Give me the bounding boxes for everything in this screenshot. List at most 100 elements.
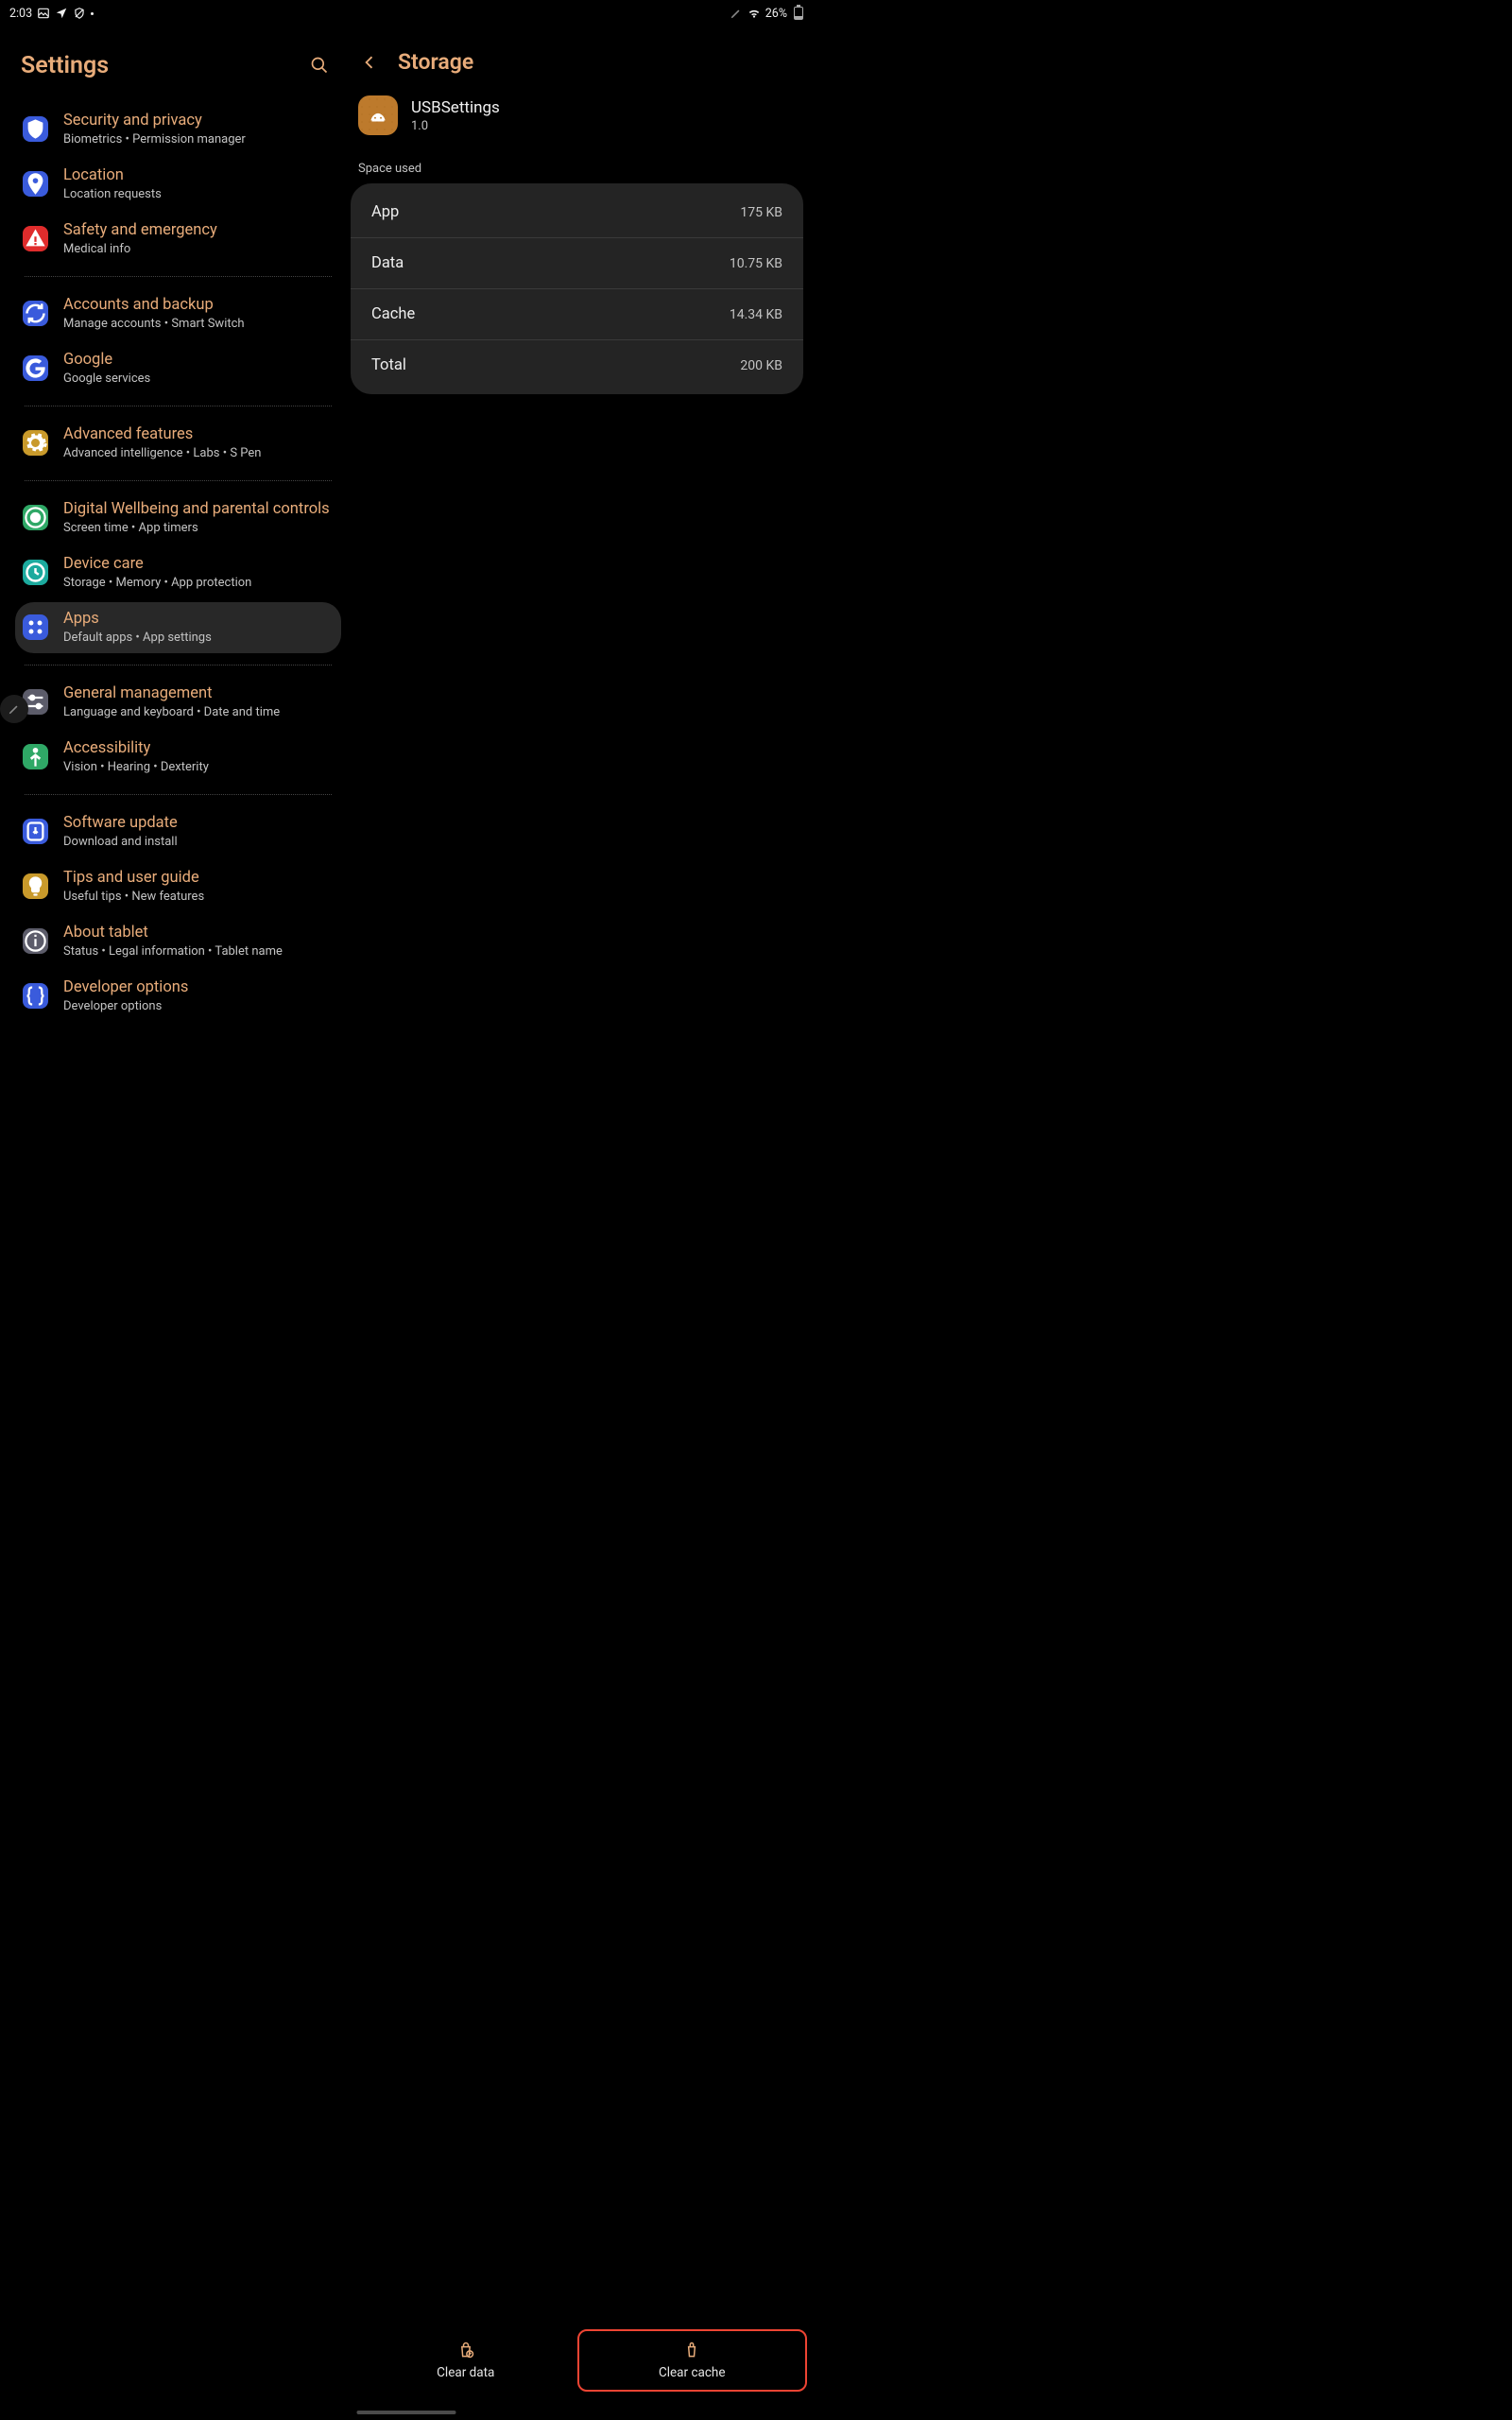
divider (25, 276, 332, 277)
wellbeing-icon (23, 505, 48, 530)
settings-pane: Settings Security and privacy Biometrics… (0, 23, 345, 2416)
app-header: USBSettings 1.0 (349, 95, 805, 152)
bottom-actions: Clear data Clear cache (345, 2331, 813, 2390)
settings-item-digital-wellbeing-and-parental-controls[interactable]: Digital Wellbeing and parental controls … (15, 493, 341, 544)
pencil-icon (8, 702, 21, 716)
divider (25, 480, 332, 481)
braces-icon (23, 983, 48, 1009)
location-arrow-icon (55, 7, 68, 20)
detail-pane: Storage USBSettings 1.0 Space used App 17… (345, 23, 813, 2416)
settings-item-location[interactable]: Location Location requests (15, 159, 341, 210)
shield-off-icon (73, 7, 86, 20)
battery-pct: 26% (765, 7, 787, 21)
search-button[interactable] (303, 49, 335, 81)
settings-item-device-care[interactable]: Device care Storage • Memory • App prote… (15, 547, 341, 598)
row-value: 175 KB (740, 205, 782, 220)
item-subtitle: Medical info (63, 242, 217, 256)
item-subtitle: Screen time • App timers (63, 521, 330, 535)
item-subtitle: Default apps • App settings (63, 631, 212, 645)
item-subtitle: Download and install (63, 835, 178, 849)
google-icon (23, 355, 48, 381)
item-title: Digital Wellbeing and parental controls (63, 501, 330, 519)
item-subtitle: Location requests (63, 187, 162, 201)
page-title: Storage (398, 49, 473, 75)
app-name: USBSettings (411, 98, 500, 117)
settings-item-tips-and-user-guide[interactable]: Tips and user guide Useful tips • New fe… (15, 861, 341, 912)
item-title: Safety and emergency (63, 222, 217, 240)
broom-icon (682, 2341, 701, 2360)
item-subtitle: Vision • Hearing • Dexterity (63, 760, 209, 774)
dot-icon (91, 12, 94, 15)
bulb-icon (23, 873, 48, 899)
divider (25, 794, 332, 795)
alert-icon (23, 226, 48, 251)
settings-title: Settings (21, 52, 303, 79)
storage-row-cache: Cache 14.34 KB (351, 288, 803, 339)
chevron-left-icon (360, 53, 379, 72)
item-subtitle: Advanced intelligence • Labs • S Pen (63, 446, 261, 460)
person-icon (23, 744, 48, 769)
sync-icon (23, 301, 48, 326)
item-subtitle: Developer options (63, 999, 188, 1013)
storage-row-total: Total200 KB (351, 339, 803, 390)
settings-item-safety-and-emergency[interactable]: Safety and emergency Medical info (15, 214, 341, 265)
item-title: Apps (63, 611, 212, 629)
item-subtitle: Status • Legal information • Tablet name (63, 944, 283, 959)
item-title: Accounts and backup (63, 297, 245, 315)
item-title: Tips and user guide (63, 870, 204, 888)
shield-icon (23, 116, 48, 142)
item-subtitle: Useful tips • New features (63, 890, 204, 904)
image-icon (37, 7, 50, 20)
status-bar: 2:03 26% (0, 0, 813, 23)
settings-item-accessibility[interactable]: Accessibility Vision • Hearing • Dexteri… (15, 732, 341, 783)
settings-item-general-management[interactable]: General management Language and keyboard… (15, 677, 341, 728)
settings-item-about-tablet[interactable]: About tablet Status • Legal information … (15, 916, 341, 967)
trash-lock-icon (456, 2341, 475, 2360)
settings-item-apps[interactable]: Apps Default apps • App settings (15, 602, 341, 653)
item-subtitle: Manage accounts • Smart Switch (63, 317, 245, 331)
storage-row-app: App 175 KB (351, 187, 803, 237)
android-icon (366, 103, 390, 128)
storage-row-data: Data 10.75 KB (351, 237, 803, 288)
clear-data-label: Clear data (437, 2365, 494, 2380)
screen: 2:03 26% Settings Security and priva (0, 0, 813, 2420)
row-value: 14.34 KB (730, 307, 782, 322)
pencil-icon (730, 7, 743, 20)
settings-item-software-update[interactable]: Software update Download and install (15, 806, 341, 857)
gear-icon (23, 430, 48, 456)
item-title: Security and privacy (63, 112, 246, 130)
section-label: Space used (358, 162, 805, 176)
item-title: Location (63, 167, 162, 185)
clear-cache-button[interactable]: Clear cache (579, 2331, 806, 2390)
settings-item-developer-options[interactable]: Developer options Developer options (15, 971, 341, 1022)
item-subtitle: Storage • Memory • App protection (63, 576, 251, 590)
item-title: Google (63, 352, 150, 370)
edge-edit-button[interactable] (0, 695, 28, 723)
settings-item-advanced-features[interactable]: Advanced features Advanced intelligence … (15, 418, 341, 469)
settings-item-accounts-and-backup[interactable]: Accounts and backup Manage accounts • Sm… (15, 288, 341, 339)
app-version: 1.0 (411, 119, 500, 133)
settings-item-google[interactable]: Google Google services (15, 343, 341, 394)
clear-cache-label: Clear cache (659, 2365, 726, 2380)
update-icon (23, 819, 48, 844)
item-title: General management (63, 685, 280, 703)
info-icon (23, 928, 48, 954)
row-key: App (371, 203, 399, 221)
gesture-bar (357, 2411, 456, 2414)
care-icon (23, 560, 48, 585)
battery-icon (794, 7, 803, 20)
row-key: Total (371, 356, 406, 374)
item-title: About tablet (63, 925, 283, 942)
row-key: Cache (371, 305, 415, 323)
row-key: Data (371, 254, 404, 272)
item-title: Advanced features (63, 426, 261, 444)
back-button[interactable] (358, 51, 381, 74)
space-used-card: App 175 KB Data 10.75 KB Cache 14.34 KB Total2… (351, 183, 803, 394)
clock: 2:03 (9, 7, 32, 21)
apps-icon (23, 614, 48, 640)
settings-item-security-and-privacy[interactable]: Security and privacy Biometrics • Permis… (15, 104, 341, 155)
row-value: 10.75 KB (730, 256, 782, 271)
clear-data-button[interactable]: Clear data (352, 2331, 579, 2390)
item-title: Accessibility (63, 740, 209, 758)
item-subtitle: Biometrics • Permission manager (63, 132, 246, 147)
